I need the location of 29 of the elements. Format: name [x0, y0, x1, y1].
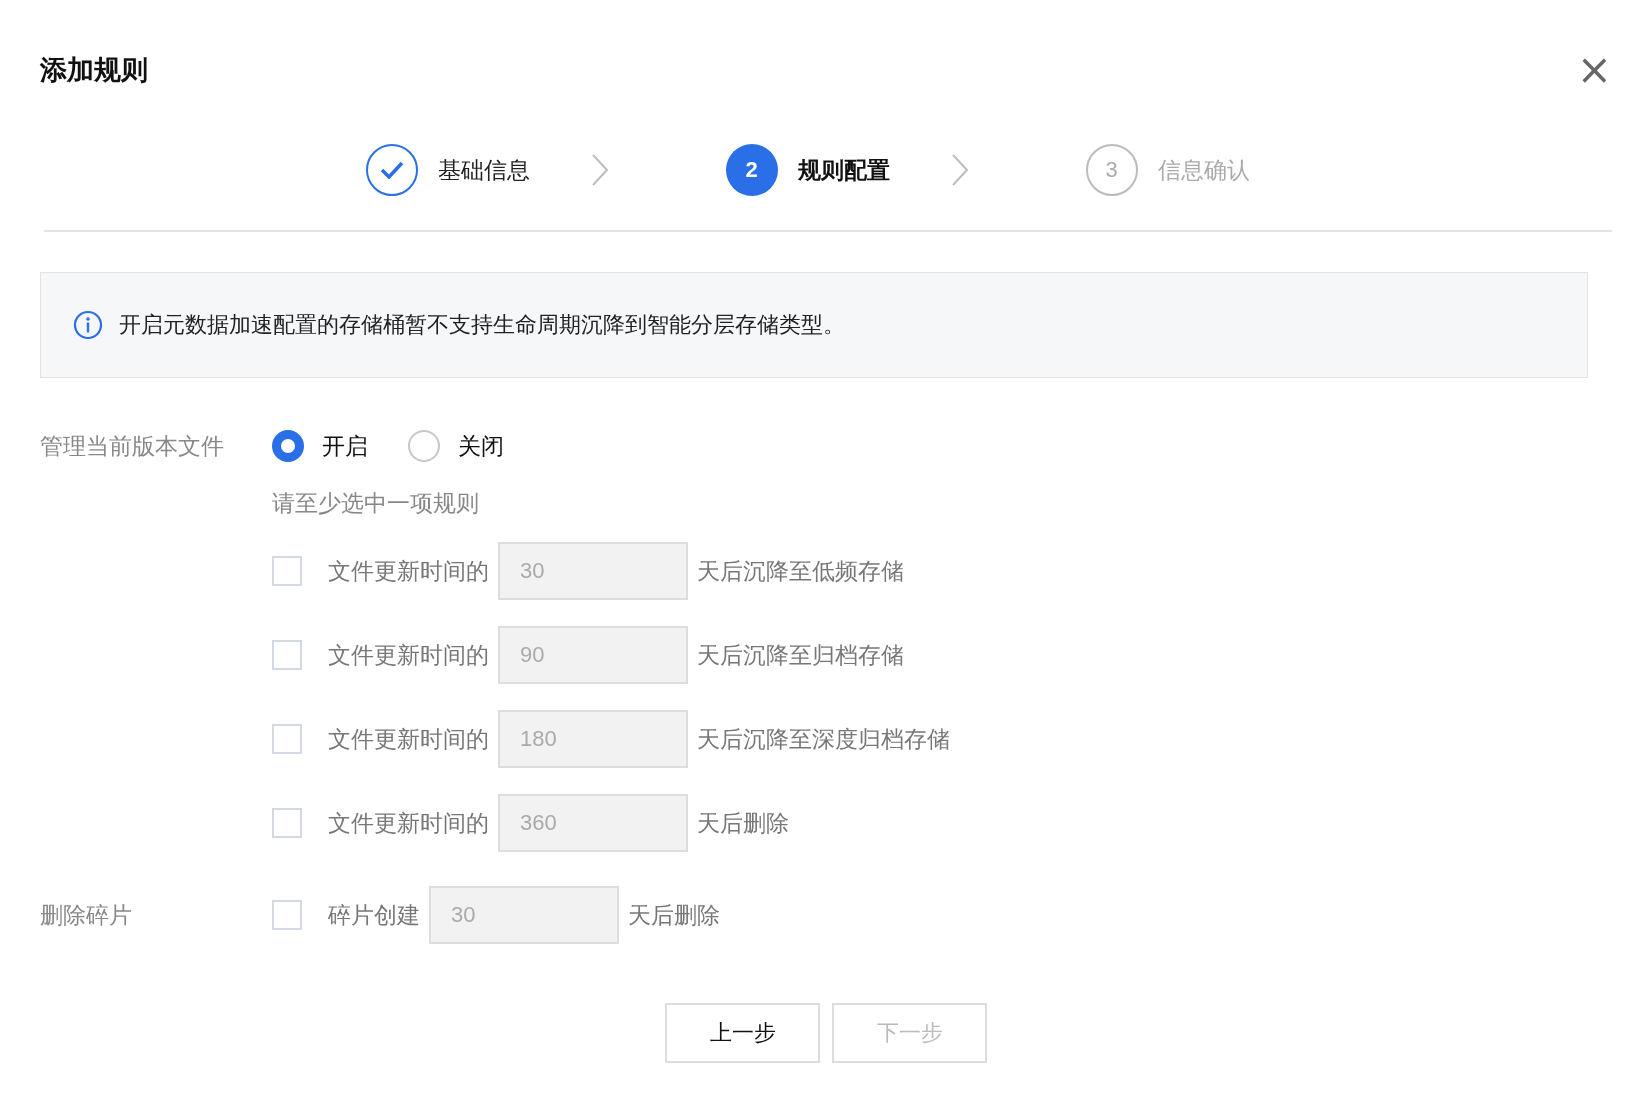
notice-text: 开启元数据加速配置的存储桶暂不支持生命周期沉降到智能分层存储类型。 [119, 311, 845, 339]
step-label: 基础信息 [437, 155, 530, 185]
rule-text: 文件更新时间的 [328, 640, 489, 670]
info-icon [73, 310, 103, 340]
rule-text: 文件更新时间的 [328, 808, 489, 838]
rule-text: 碎片创建 [328, 900, 420, 930]
dialog-title: 添加规则 [40, 54, 148, 87]
radio-icon[interactable] [272, 430, 304, 462]
chevron-icon [950, 153, 969, 187]
radio-option[interactable]: 关闭 [408, 430, 504, 462]
close-button[interactable]: × [1576, 49, 1612, 91]
rule-text: 天后删除 [697, 808, 789, 838]
rule-text: 天后沉降至深度归档存储 [697, 724, 950, 754]
rule-text: 天后沉降至低频存储 [697, 556, 904, 586]
radio-icon[interactable] [408, 430, 440, 462]
step-indicator: 3 [1085, 144, 1138, 196]
rule-text: 文件更新时间的 [328, 556, 489, 586]
chevron-icon [590, 153, 609, 187]
step-label: 规则配置 [797, 155, 890, 185]
hint-text: 请至少选中一项规则 [272, 489, 480, 518]
rule-text: 天后删除 [628, 900, 720, 930]
rule-text: 天后沉降至归档存储 [697, 640, 904, 670]
step-label: 信息确认 [1157, 155, 1250, 185]
rule-text: 文件更新时间的 [328, 724, 489, 754]
radio-option[interactable]: 开启 [272, 430, 368, 462]
step-button[interactable]: 上一步 [665, 1003, 820, 1063]
step-indicator: 2 [725, 144, 778, 196]
field-label: 删除碎片 [40, 902, 132, 928]
field-label: 管理当前版本文件 [40, 433, 224, 459]
